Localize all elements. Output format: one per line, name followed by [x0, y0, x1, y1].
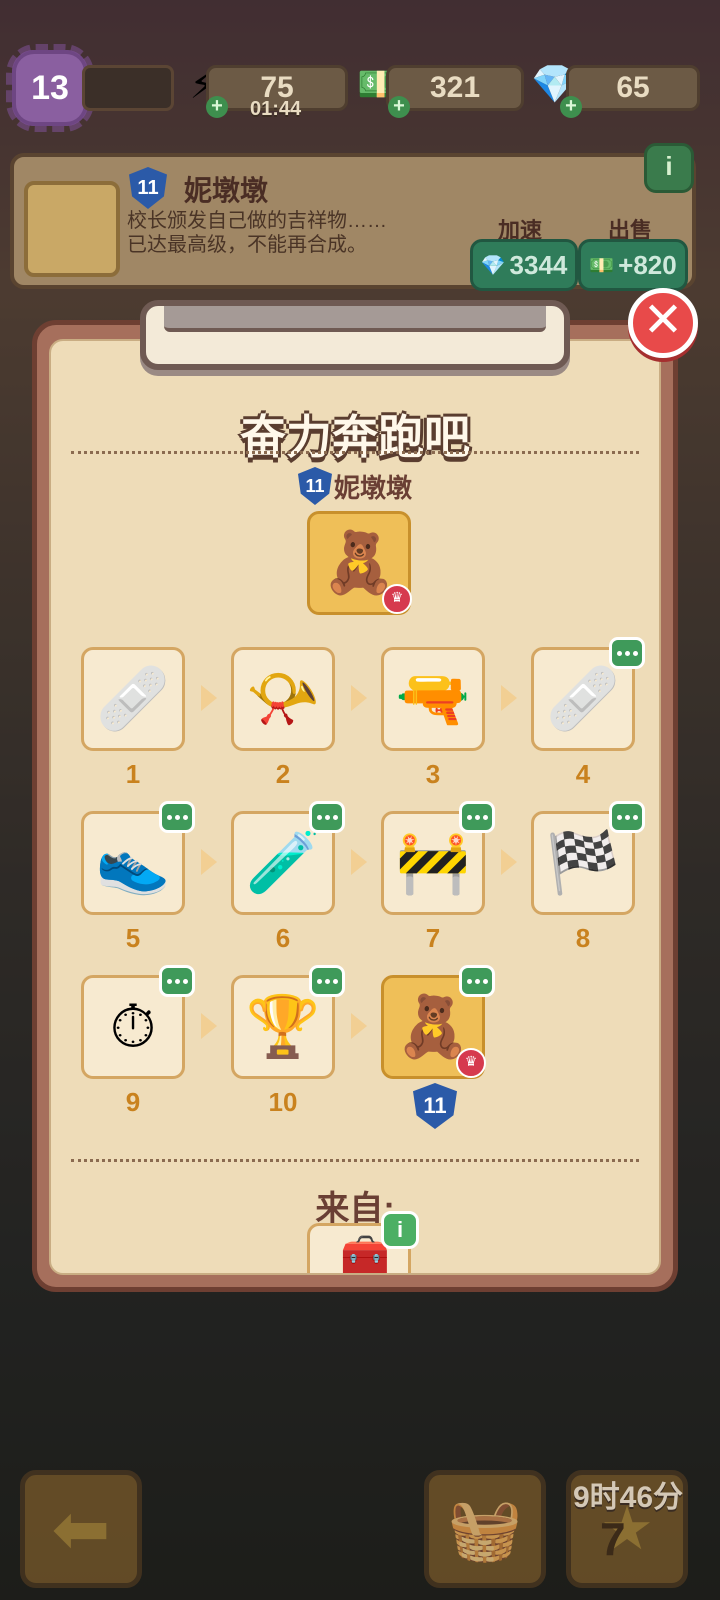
item-info-banner: 11 妮墩墩 校长颁发自己做的吉祥物…… 已达最高级，不能再合成。 i 加速 出…	[10, 143, 696, 291]
task-timer: 9时46分	[572, 1481, 684, 1514]
chain-item-3[interactable]: 🔫	[381, 647, 485, 751]
bandage-pack-icon: 🩹	[95, 665, 171, 732]
gem-value: 65	[616, 71, 650, 104]
energy-plus-icon[interactable]: +	[206, 96, 228, 118]
basket-icon: 🧺	[447, 1495, 523, 1563]
chain-item-9-number: 9	[125, 1087, 141, 1117]
chain-item-5-number: 5	[125, 923, 141, 953]
clipboard-clip	[140, 300, 570, 370]
gem-counter[interactable]: 65	[566, 65, 700, 111]
chain-item-10-number: 10	[268, 1087, 298, 1117]
speed-up-button[interactable]: 💎 3344	[470, 239, 578, 291]
back-arrow-icon: ⬅	[51, 1490, 111, 1568]
starter-pistol-icon: 🔫	[395, 665, 471, 732]
merge-chain-panel: 奋力奔跑吧 11 妮墩墩 🧸 ♛ 🩹 1 📯 2 🔫 3 🩹 4 👟 5 🧪 6…	[32, 320, 678, 1292]
cash-value: 321	[429, 71, 481, 104]
divider	[71, 1159, 639, 1162]
sneakers-icon: 👟	[95, 829, 171, 896]
chevron-right-icon	[351, 1013, 367, 1039]
item-description: 校长颁发自己做的吉祥物…… 已达最高级，不能再合成。	[127, 210, 387, 256]
level-shield-icon: 11	[297, 467, 332, 505]
shop-basket-button[interactable]: 🧺	[424, 1470, 546, 1588]
player-level-badge[interactable]: 13	[6, 44, 94, 132]
divider	[71, 451, 639, 454]
chevron-right-icon	[201, 1013, 217, 1039]
info-button[interactable]: i	[644, 143, 694, 193]
chevron-right-icon	[501, 685, 517, 711]
player-level: 13	[31, 68, 69, 107]
panel-title: 奋力奔跑吧	[240, 411, 470, 463]
chain-item-4-number: 4	[575, 759, 591, 789]
source-info-button[interactable]: i	[381, 1211, 419, 1249]
task-count: 7	[600, 1513, 626, 1565]
gem-plus-icon[interactable]: +	[560, 96, 582, 118]
xp-bar	[82, 65, 174, 111]
mascot-icon: 🧸	[321, 529, 397, 596]
chain-item-6-number: 6	[275, 923, 291, 953]
resource-bar: 13 ⚡ 75 + 01:44 💵 321 + 💎 65 +	[0, 44, 720, 132]
crown-icon: ♛	[382, 584, 412, 614]
mascot-icon: 🧸	[395, 993, 471, 1060]
chevron-right-icon	[201, 685, 217, 711]
more-options-icon[interactable]	[159, 801, 195, 833]
more-options-icon[interactable]	[309, 965, 345, 997]
podium-icon: 🏆	[245, 993, 321, 1060]
subtitle-name: 妮墩墩	[333, 472, 412, 503]
crown-icon: ♛	[456, 1048, 486, 1078]
close-button[interactable]: ✕	[628, 288, 698, 358]
chain-item-7-number: 7	[425, 923, 441, 953]
chain-item-1[interactable]: 🩹	[81, 647, 185, 751]
item-level-shield-icon: 11	[129, 167, 167, 209]
more-options-icon[interactable]	[459, 965, 495, 997]
panel-body: 奋力奔跑吧 11 妮墩墩 🧸 ♛ 🩹 1 📯 2 🔫 3 🩹 4 👟 5 🧪 6…	[49, 339, 661, 1275]
gem-icon: 💎	[480, 254, 506, 277]
featured-item-cell[interactable]: 🧸 ♛	[307, 511, 412, 615]
chain-item-2[interactable]: 📯	[231, 647, 335, 751]
chevron-right-icon	[351, 685, 367, 711]
hurdle-icon: 🚧	[395, 829, 471, 896]
energy-timer: 01:44	[250, 98, 302, 120]
max-level-shield-icon: 11	[413, 1083, 457, 1129]
panel-subtitle: 11 妮墩墩	[51, 467, 659, 505]
more-options-icon[interactable]	[159, 965, 195, 997]
more-options-icon[interactable]	[309, 801, 345, 833]
chain-item-8-number: 8	[575, 923, 591, 953]
whistle-icon: 📯	[245, 665, 321, 732]
finish-line-icon: 🏁	[545, 829, 621, 896]
stopwatch-icon: ⏱	[109, 993, 157, 1060]
chain-item-1-number: 1	[125, 759, 141, 789]
sell-button[interactable]: 💵 +820	[578, 239, 688, 291]
more-options-icon[interactable]	[609, 637, 645, 669]
relay-baton-icon: 🧪	[245, 829, 321, 896]
chevron-right-icon	[201, 849, 217, 875]
more-options-icon[interactable]	[459, 801, 495, 833]
bandage-icon: 🩹	[545, 665, 621, 732]
chain-item-3-number: 3	[425, 759, 441, 789]
chevron-right-icon	[501, 849, 517, 875]
item-thumbnail	[24, 181, 120, 277]
item-name: 妮墩墩	[184, 175, 269, 206]
chevron-right-icon	[351, 849, 367, 875]
cash-plus-icon[interactable]: +	[388, 96, 410, 118]
more-options-icon[interactable]	[609, 801, 645, 833]
chain-item-2-number: 2	[275, 759, 291, 789]
back-button[interactable]: ⬅	[20, 1470, 142, 1588]
cash-icon: 💵	[589, 254, 615, 277]
